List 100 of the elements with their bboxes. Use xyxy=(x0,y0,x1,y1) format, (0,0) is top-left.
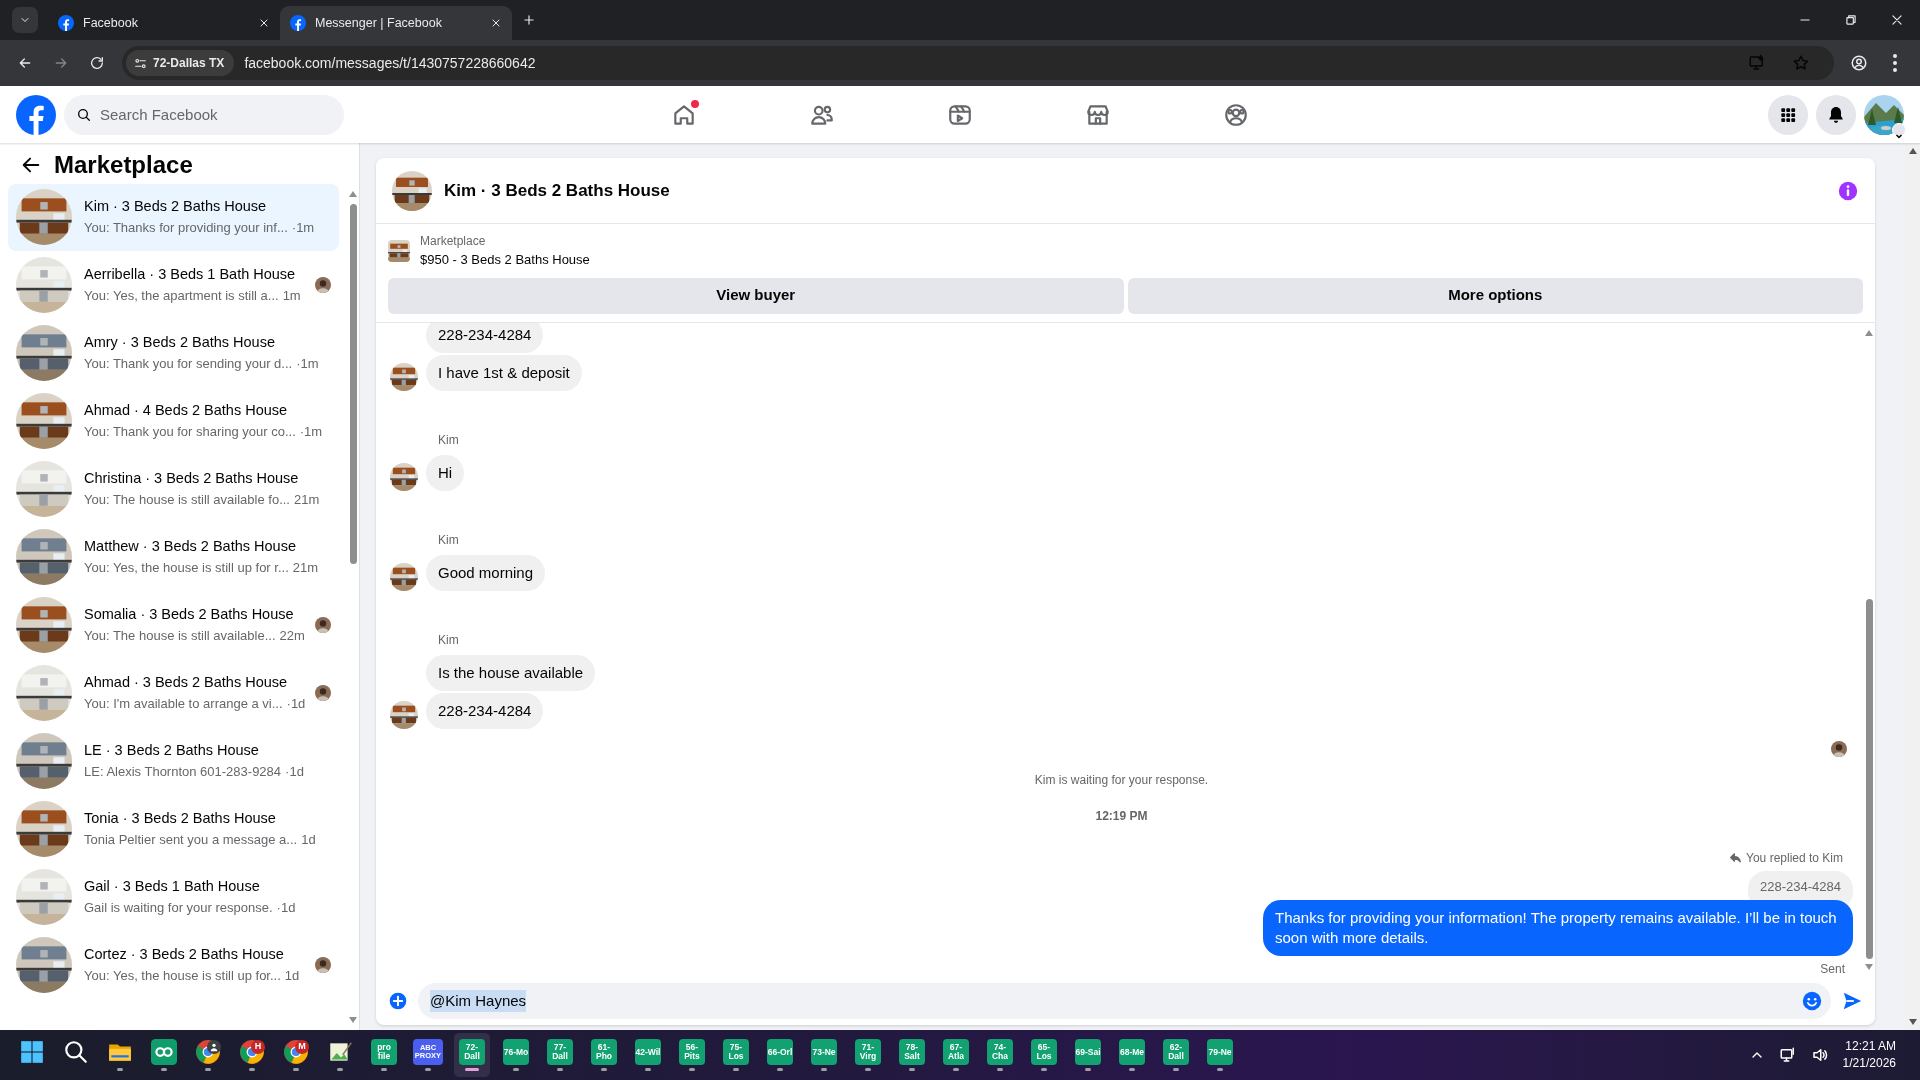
scroll-up-icon[interactable] xyxy=(1907,147,1918,155)
url-text: facebook.com/messages/t/1430757228660642 xyxy=(244,53,537,73)
message-time: 21m xyxy=(293,491,320,510)
close-icon[interactable] xyxy=(258,17,270,29)
scroll-down-icon[interactable] xyxy=(1907,1018,1918,1026)
message-time: 1d xyxy=(301,831,316,850)
search-icon xyxy=(76,106,92,123)
clock[interactable]: 12:21 AM 1/21/2026 xyxy=(1842,1038,1896,1072)
conversation-item[interactable]: Ahmad · 3 Beds 2 Baths House You: I'm available to arrange a vi... ·1d xyxy=(8,659,339,727)
running-indicator xyxy=(205,1068,211,1071)
conversation-item[interactable]: LE · 3 Beds 2 Baths House LE: Alexis Thornton 601-283-9284 ·1d xyxy=(8,727,339,795)
facebook-logo-icon xyxy=(58,15,74,31)
message-time: ·1m xyxy=(291,219,315,238)
running-indicator xyxy=(249,1068,255,1071)
message-preview: You: The house is still available fo... xyxy=(84,491,290,510)
message-time: 22m xyxy=(279,627,305,646)
tune-icon xyxy=(134,56,147,70)
scroll-down-icon[interactable] xyxy=(1864,963,1874,971)
conversation-item[interactable]: Somalia · 3 Beds 2 Baths House You: The house is still available... 22m xyxy=(8,591,339,659)
message-time: 1m xyxy=(282,287,301,306)
conversation-title: Kim · 3 Beds 2 Baths House xyxy=(444,179,671,202)
tab-search-button[interactable] xyxy=(12,7,38,33)
conversation-item[interactable]: Cortez · 3 Beds 2 Baths House You: Yes, the house is still up for... 1d xyxy=(8,931,339,999)
message-bubble: Thanks for providing your information! The property remains available. I’ll be in touch soon with more details. xyxy=(1263,900,1853,956)
scroll-thumb[interactable] xyxy=(1865,599,1873,959)
notifications-button[interactable] xyxy=(1816,94,1856,135)
message-preview: You: The house is still available... xyxy=(84,627,276,646)
message-bubble: Hi xyxy=(426,454,465,491)
message-bubble: Is the house available xyxy=(426,654,596,691)
send-icon[interactable] xyxy=(1841,990,1863,1012)
message-preview: You: Thank you for sharing your co... xyxy=(84,423,296,442)
loop-app-icon[interactable] xyxy=(151,1039,177,1065)
conversation-item[interactable]: Christina · 3 Beds 2 Baths House You: The house is still available fo... 21m xyxy=(8,455,339,523)
conversation-title: Ahmad · 4 Beds 2 Baths House xyxy=(84,401,289,420)
conversation-item[interactable]: Kim · 3 Beds 2 Baths House You: Thanks for providing your inf... ·1m xyxy=(8,183,339,251)
add-icon[interactable] xyxy=(388,991,408,1011)
scrollbar[interactable] xyxy=(1905,143,1920,1030)
message-time: ·1m xyxy=(299,423,323,442)
profile-badge: M xyxy=(295,1040,309,1054)
listing-title[interactable]: $950 - 3 Beds 2 Baths House xyxy=(420,250,590,270)
scroll-up-icon[interactable] xyxy=(1864,328,1874,337)
browser-tab[interactable]: Facebook xyxy=(48,6,280,40)
network-icon[interactable] xyxy=(1778,1046,1797,1064)
scroll-down-icon[interactable] xyxy=(348,1016,358,1024)
profile-badge: H xyxy=(251,1040,265,1054)
running-indicator xyxy=(161,1068,167,1071)
site-info-chip[interactable]: 72-Dallas TX xyxy=(126,50,235,76)
conversation-item[interactable]: Matthew · 3 Beds 2 Baths House You: Yes, the house is still up for r... 21m xyxy=(8,523,339,591)
back-arrow-icon xyxy=(17,55,33,71)
reply-icon xyxy=(1729,851,1743,864)
delivery-status: Sent xyxy=(1820,961,1845,977)
conversation-item[interactable]: Ahmad · 4 Beds 2 Baths House You: Thank you for sharing your co... ·1m xyxy=(8,387,339,455)
scroll-thumb[interactable] xyxy=(349,203,357,564)
message-time: 1d xyxy=(284,967,300,986)
action-button[interactable]: View buyer xyxy=(388,277,1124,314)
sender-name: Kim xyxy=(438,431,459,449)
listing-label: Marketplace xyxy=(420,233,487,250)
conversation-item[interactable]: Amry · 3 Beds 2 Baths House You: Thank you for sending your d... ·1m xyxy=(8,319,339,387)
reply-label: You replied to Kim xyxy=(1746,849,1843,867)
message-preview: You: Yes, the apartment is still a... xyxy=(84,287,279,306)
more-icon xyxy=(1893,54,1897,72)
scroll-up-icon[interactable] xyxy=(348,189,358,198)
message-time: ·1m xyxy=(296,355,319,374)
search-icon[interactable] xyxy=(63,1039,89,1065)
emoji-icon[interactable] xyxy=(1801,990,1823,1012)
browser-tab[interactable]: Messenger | Facebook xyxy=(280,6,512,40)
message-preview: You: Thanks for providing your inf... xyxy=(84,219,288,238)
message-field[interactable]: @Kim Haynes xyxy=(418,983,1831,1019)
conversation-title: LE · 3 Beds 2 Baths House xyxy=(84,741,260,760)
running-indicator xyxy=(117,1068,123,1071)
groups-icon xyxy=(1223,101,1249,128)
message-time: ·1d xyxy=(286,695,306,714)
status-text: Kim is waiting for your response. xyxy=(1034,771,1209,789)
info-icon[interactable] xyxy=(1837,179,1859,202)
forward-arrow-icon xyxy=(53,55,69,71)
close-icon[interactable] xyxy=(490,17,502,29)
message-preview: You: Yes, the house is still up for r... xyxy=(84,559,289,578)
conversation-item[interactable]: Tonia · 3 Beds 2 Baths House Tonia Peltier sent you a message a... 1d xyxy=(8,795,339,863)
conversation-title: Christina · 3 Beds 2 Baths House xyxy=(84,469,300,488)
windows-start-icon[interactable] xyxy=(19,1039,45,1065)
search-field[interactable]: Search Facebook xyxy=(64,94,344,135)
facebook-logo[interactable] xyxy=(16,94,56,135)
action-button[interactable]: More options xyxy=(1127,277,1863,314)
conversation-title: Amry · 3 Beds 2 Baths House xyxy=(84,333,276,352)
message-preview: LE: Alexis Thornton 601-283-9284 xyxy=(84,763,282,782)
message-bubble: Good morning xyxy=(426,554,546,591)
star-icon[interactable] xyxy=(1792,54,1810,72)
menu-button[interactable] xyxy=(1768,94,1808,135)
address-bar[interactable]: 72-Dallas TX facebook.com/messages/t/1430757228660642 xyxy=(122,46,1834,80)
message-time: 21m xyxy=(292,559,319,578)
speaker-icon[interactable] xyxy=(1810,1046,1829,1064)
conversation-item[interactable]: Gail · 3 Beds 1 Bath House Gail is waiting for your response. ·1d xyxy=(8,863,339,931)
message-time: ·1d xyxy=(285,763,304,782)
sender-name: Kim xyxy=(438,531,459,549)
conversation-title: Kim · 3 Beds 2 Baths House xyxy=(84,197,268,216)
message-preview: You: Thank you for sending your d... xyxy=(84,355,293,374)
conversation-title: Ahmad · 3 Beds 2 Baths House xyxy=(84,673,289,692)
conversation-item[interactable]: Aerribella · 3 Beds 1 Bath House You: Yes, the apartment is still a... 1m xyxy=(8,251,339,319)
sidebar-title: Marketplace xyxy=(54,151,193,180)
bell-icon xyxy=(1826,104,1846,125)
